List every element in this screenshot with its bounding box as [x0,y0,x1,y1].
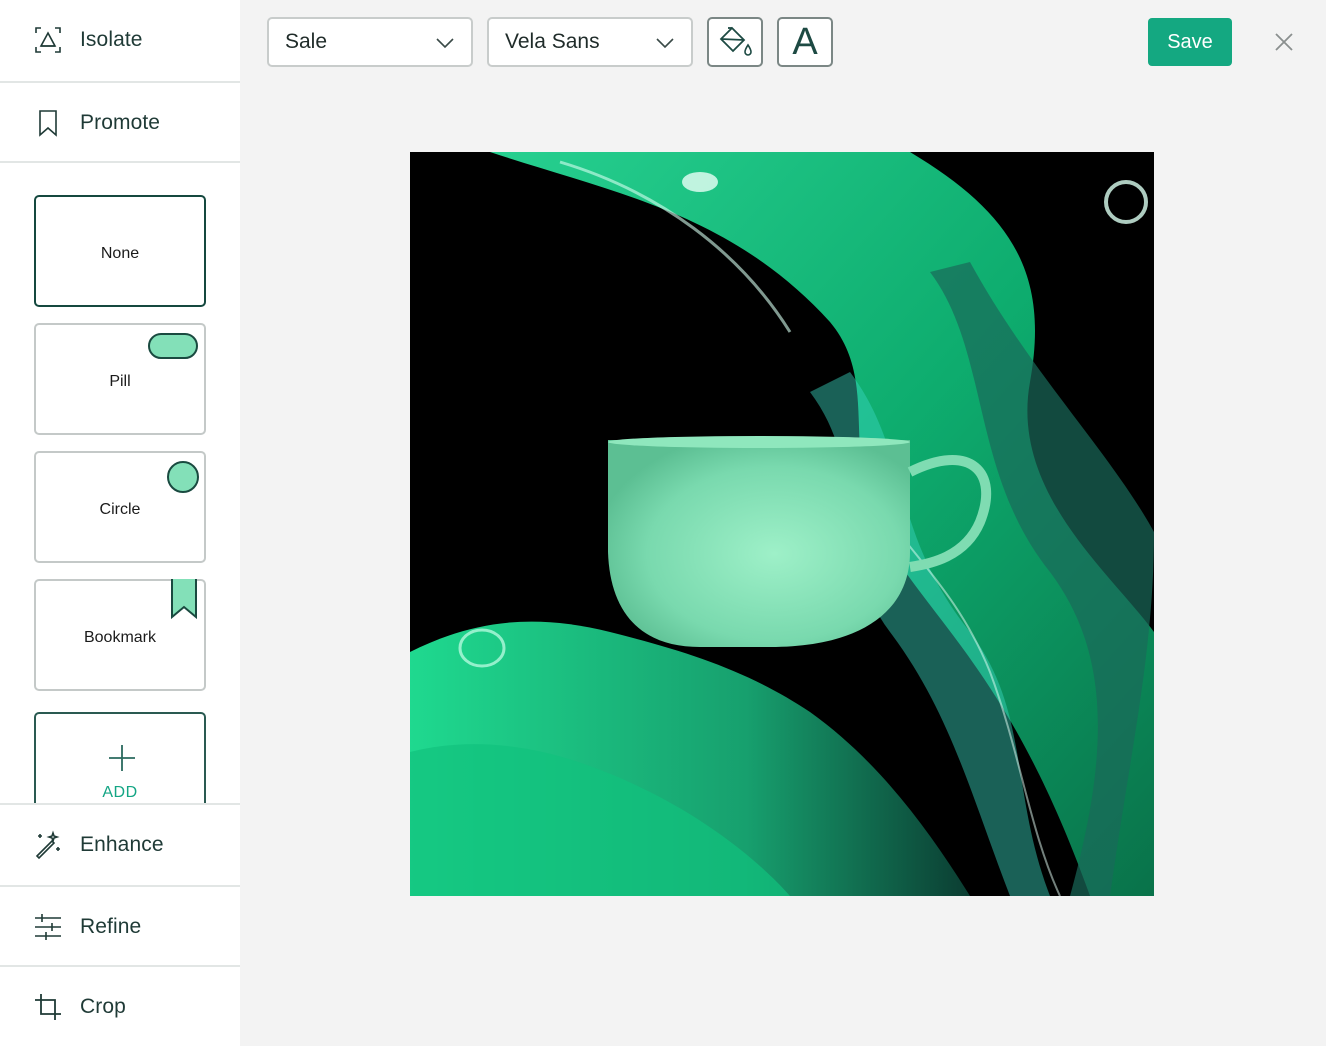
sidebar-item-refine[interactable]: Refine [0,887,240,967]
magic-wand-icon [33,830,63,860]
sidebar-item-label: Refine [80,915,142,938]
close-icon[interactable] [1272,30,1296,54]
crop-icon [33,992,63,1022]
badge-option-label: Circle [99,501,141,518]
add-badge-label: ADD [102,784,138,801]
text-style-button[interactable]: A [777,17,833,67]
chevron-down-icon [656,38,674,49]
add-badge-button[interactable]: ADD [34,712,206,804]
bookmark-preview-icon [171,579,197,619]
font-value: Vela Sans [505,30,600,53]
sliders-icon [33,912,63,942]
badge-option-circle[interactable]: Circle [34,451,206,563]
isolate-icon [33,25,63,55]
badge-text-select[interactable]: Sale [267,17,473,67]
circle-preview-icon [167,461,199,493]
badge-option-pill[interactable]: Pill [34,323,206,435]
sidebar-item-label: Enhance [80,833,164,856]
chevron-down-icon [436,38,454,49]
save-button[interactable]: Save [1148,18,1232,66]
sidebar-item-crop[interactable]: Crop [0,967,240,1046]
font-select[interactable]: Vela Sans [487,17,693,67]
paint-bucket-icon [719,26,752,56]
sidebar-item-isolate[interactable]: Isolate [0,0,240,80]
product-image [410,152,1154,896]
sidebar-item-promote[interactable]: Promote [0,83,240,163]
badge-option-label: Pill [109,373,131,390]
bookmark-icon [33,108,63,138]
text-style-icon: A [792,21,818,63]
sidebar-item-label: Crop [80,995,126,1018]
fill-color-button[interactable] [707,17,763,67]
badge-text-value: Sale [285,30,328,53]
badge-option-label: Bookmark [83,629,157,646]
badge-option-bookmark[interactable]: Bookmark [34,579,206,691]
divider [0,161,240,163]
sidebar-item-enhance[interactable]: Enhance [0,805,240,885]
badge-option-none[interactable]: None [34,195,206,307]
product-image-canvas[interactable] [410,152,1154,896]
pill-preview-icon [148,333,198,359]
plus-icon [109,745,135,771]
badge-option-label: None [100,245,140,262]
sidebar-item-label: Isolate [80,28,143,51]
sidebar: Isolate Promote None Pill Circle Bookmar… [0,0,240,1046]
sidebar-item-label: Promote [80,111,161,134]
